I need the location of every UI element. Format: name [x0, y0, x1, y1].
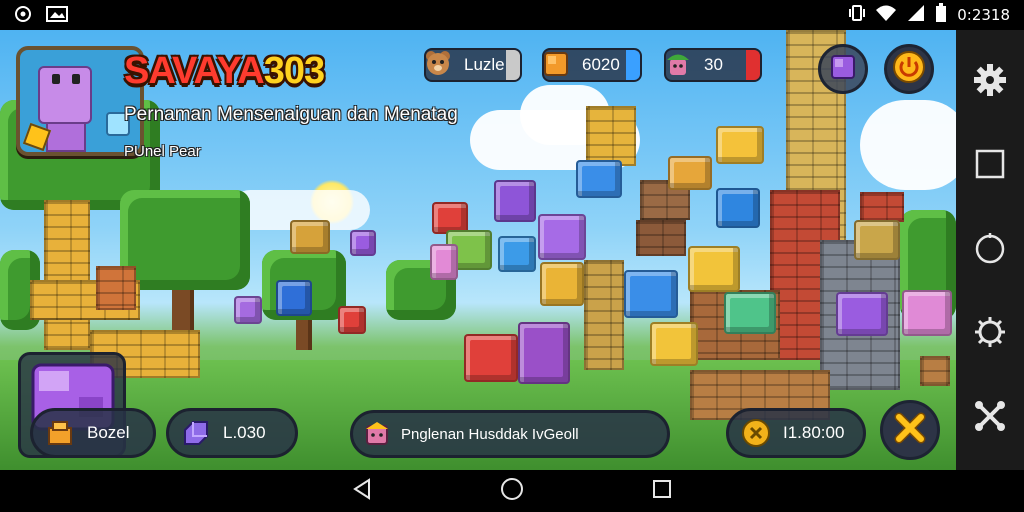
cube-gold[interactable] [668, 156, 712, 190]
brick-top [860, 192, 904, 222]
cube-violet[interactable] [538, 214, 586, 260]
wood-crate [920, 356, 950, 386]
tools-button[interactable] [970, 398, 1010, 438]
cube-purple[interactable] [234, 296, 262, 324]
power-icon [892, 50, 926, 88]
circle-icon [974, 232, 1006, 268]
resource-endcap [626, 50, 640, 80]
cube-purple-small[interactable] [350, 230, 376, 256]
home-button[interactable] [497, 476, 527, 506]
inventory-button[interactable] [818, 44, 868, 94]
game-title-number: 303 [263, 50, 325, 92]
coin-timer-value: I1.80:00 [783, 423, 845, 442]
cube-tan[interactable] [290, 220, 330, 254]
resource-pill-cubes[interactable]: 6020 [542, 48, 642, 82]
avatar-eye [52, 74, 60, 84]
close-button[interactable] [880, 400, 940, 460]
orange-cube-icon [538, 46, 574, 82]
resource-endcap [506, 50, 520, 80]
cube-yellow[interactable] [716, 126, 764, 164]
window-button[interactable] [970, 146, 1010, 186]
character-icon [363, 420, 391, 448]
cube-green[interactable] [854, 220, 900, 260]
cube-yellow[interactable] [688, 246, 740, 292]
cube-blue[interactable] [276, 280, 312, 316]
coin-icon [739, 416, 773, 450]
quest-banner[interactable]: Pnglenan Husddak IvGeoll [350, 410, 670, 458]
gem-counter[interactable]: L.030 [166, 408, 298, 458]
navigation-bar [0, 470, 1024, 512]
game-canvas[interactable]: SAVAYA303 Pernaman Mensenaiguan dan Mena… [0, 30, 956, 470]
stone-tower [584, 260, 624, 370]
clock: 0:2318 [957, 6, 1010, 24]
quest-text: Pnglenan Husddak IvGeoll [401, 425, 579, 443]
brick-block [96, 266, 136, 310]
power-button[interactable] [884, 44, 934, 94]
gem-icon [179, 416, 213, 450]
cube-teal[interactable] [724, 292, 776, 334]
vibrate-icon [849, 4, 866, 26]
settings-button[interactable] [970, 62, 1010, 102]
notification-icon [14, 5, 32, 26]
avatar-face [38, 66, 92, 124]
cloud [860, 100, 956, 190]
player-name: PUnel Pear [124, 143, 201, 160]
resource-endcap [746, 50, 760, 80]
avatar-body [46, 122, 86, 152]
cube-purple[interactable] [494, 180, 536, 222]
back-button[interactable] [347, 476, 377, 506]
cube-yellow[interactable] [650, 322, 698, 366]
gear-icon [973, 63, 1007, 101]
tree-canopy [120, 190, 250, 290]
signal-icon [907, 4, 925, 26]
coin-timer[interactable]: I1.80:00 [726, 408, 866, 458]
record-button[interactable] [970, 230, 1010, 270]
resource-pill-lives[interactable]: 30 [664, 48, 762, 82]
recents-button[interactable] [647, 476, 677, 506]
chest-value: Bozel [87, 423, 130, 442]
square-icon [975, 149, 1005, 183]
back-triangle-icon [351, 478, 373, 504]
gold-tower [586, 106, 636, 166]
chest-icon [43, 416, 77, 450]
cube-red[interactable] [464, 334, 518, 382]
cube-pink[interactable] [430, 244, 458, 280]
battery-icon [935, 3, 947, 27]
cube-purple[interactable] [518, 322, 570, 384]
cube-yellow[interactable] [540, 262, 584, 306]
gallery-icon [46, 5, 68, 25]
gear-icon [974, 316, 1006, 352]
purple-cube-icon [828, 52, 858, 86]
resource-pill-bear[interactable]: Luzle [424, 48, 522, 82]
brick-stack [636, 220, 686, 256]
game-screen: 0:2318 SAVAYA303 Pernaman Mensenaiguan d… [0, 0, 1024, 512]
avatar-eye [72, 74, 80, 84]
game-title: SAVAYA303 [124, 50, 325, 93]
gold-block-pillar [44, 200, 90, 350]
cube-blue[interactable] [498, 236, 536, 272]
close-x-icon [893, 411, 927, 449]
wifi-icon [875, 4, 897, 26]
game-subtitle: Pernaman Mensenaiguan dan Menatag [124, 104, 458, 125]
recents-square-icon [652, 479, 672, 503]
cube-red[interactable] [338, 306, 366, 334]
settings-button-2[interactable] [970, 314, 1010, 354]
crossed-tools-icon [973, 399, 1007, 437]
bear-icon [420, 46, 456, 82]
cube-pink[interactable] [902, 290, 952, 336]
right-sidebar [956, 30, 1024, 470]
game-title-main: SAVAYA [124, 50, 265, 92]
status-bar: 0:2318 [0, 0, 1024, 30]
home-circle-icon [500, 477, 524, 505]
cube-blue[interactable] [576, 160, 622, 198]
cube-blue[interactable] [624, 270, 678, 318]
cube-purple[interactable] [836, 292, 888, 336]
gem-value: L.030 [223, 423, 266, 442]
green-cap-icon [660, 46, 696, 82]
cube-blue[interactable] [716, 188, 760, 228]
chest-counter[interactable]: Bozel [30, 408, 156, 458]
